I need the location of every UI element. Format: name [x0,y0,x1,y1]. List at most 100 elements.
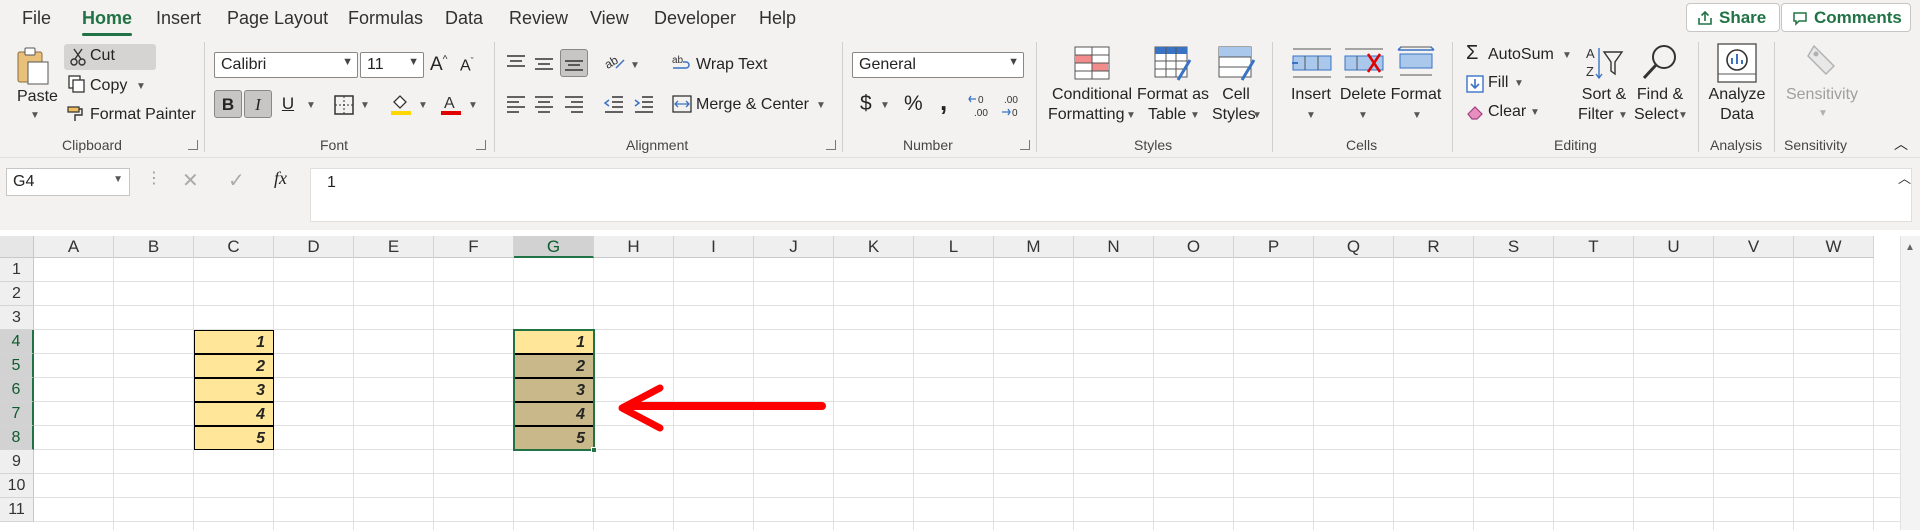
wrap-text-button[interactable]: Wrap Text [696,56,767,74]
row-header-2[interactable]: 2 [0,282,34,306]
align-left-icon[interactable] [506,95,526,113]
row-header-1[interactable]: 1 [0,258,34,282]
worksheet-grid[interactable]: ABCDEFGHIJKLMNOPQRSTUVW 1 2 3 4 5 6 7 8 9 10 11 1 … [0,236,1920,530]
increase-font-size-icon[interactable]: A^ [430,54,447,76]
conditional-formatting-label-2[interactable]: Formatting [1048,106,1124,124]
column-header-q[interactable]: Q [1314,236,1394,258]
row-header-8[interactable]: 8 [0,426,34,450]
row-header-5[interactable]: 5 [0,354,34,378]
row-header-9[interactable]: 9 [0,450,34,474]
vertical-scrollbar[interactable]: ▲ [1900,236,1920,530]
cell-styles-icon[interactable] [1218,46,1256,82]
row-header-11[interactable]: 11 [0,498,34,522]
decrease-decimal-icon[interactable]: .00 0 [1000,92,1028,118]
find-select-label-2[interactable]: Select [1634,106,1678,124]
name-box[interactable]: G4 ▼ [6,168,130,196]
select-all-corner[interactable] [0,236,34,258]
autosum-button[interactable]: AutoSum [1488,46,1554,64]
orientation-dropdown-icon[interactable]: ▼ [630,60,640,71]
paste-icon[interactable] [14,46,50,86]
merge-center-icon[interactable] [672,95,692,113]
format-cells-button[interactable]: Format [1388,86,1444,104]
enter-icon[interactable]: ✓ [228,168,245,193]
row-header-4[interactable]: 4 [0,330,34,354]
orientation-icon[interactable]: ab [604,51,626,73]
clear-dropdown-icon[interactable]: ▼ [1530,107,1540,118]
column-header-t[interactable]: T [1554,236,1634,258]
find-select-icon[interactable] [1640,42,1680,82]
find-select-dropdown-icon[interactable]: ▼ [1678,110,1688,121]
underline-button[interactable]: U [274,90,302,118]
font-color-icon[interactable]: A [440,92,462,116]
currency-dropdown-icon[interactable]: ▼ [880,100,890,111]
column-header-j[interactable]: J [754,236,834,258]
merge-center-dropdown-icon[interactable]: ▼ [816,100,826,111]
column-header-s[interactable]: S [1474,236,1554,258]
column-header-a[interactable]: A [34,236,114,258]
format-painter-button[interactable]: Format Painter [90,106,196,124]
fill-color-dropdown-icon[interactable]: ▼ [418,100,428,111]
cell-styles-dropdown-icon[interactable]: ▼ [1252,110,1262,121]
column-header-c[interactable]: C [194,236,274,258]
align-top-icon[interactable] [506,54,526,72]
cell-c6[interactable]: 3 [194,378,274,402]
fill-icon[interactable] [1466,75,1484,93]
row-header-7[interactable]: 7 [0,402,34,426]
fill-dropdown-icon[interactable]: ▼ [1514,78,1524,89]
italic-button[interactable]: I [244,90,272,118]
align-bottom-button[interactable] [560,49,588,77]
sort-filter-dropdown-icon[interactable]: ▼ [1618,110,1628,121]
column-header-l[interactable]: L [914,236,994,258]
number-launcher-icon[interactable] [1020,140,1030,150]
column-header-g[interactable]: G [514,236,594,258]
tab-view[interactable]: View [590,8,629,29]
underline-dropdown-icon[interactable]: ▼ [306,100,316,111]
paste-button[interactable]: Paste [17,88,58,106]
find-select-label-1[interactable]: Find & [1632,86,1688,104]
cell-c4[interactable]: 1 [194,330,274,354]
tab-help[interactable]: Help [759,8,796,29]
format-as-table-icon[interactable] [1154,46,1192,82]
currency-button[interactable]: $ [860,92,872,116]
format-cells-icon[interactable] [1396,46,1436,80]
format-as-table-label-2[interactable]: Table [1148,106,1186,124]
column-header-o[interactable]: O [1154,236,1234,258]
row-header-10[interactable]: 10 [0,474,34,498]
insert-function-icon[interactable]: fx [274,168,287,189]
delete-cells-dropdown-icon[interactable]: ▼ [1358,110,1368,121]
analyze-data-icon[interactable] [1716,42,1758,84]
increase-indent-icon[interactable] [634,95,654,113]
fill-color-icon[interactable] [390,92,412,116]
font-color-dropdown-icon[interactable]: ▼ [468,100,478,111]
cell-styles-label-2[interactable]: Styles [1212,106,1256,124]
column-header-u[interactable]: U [1634,236,1714,258]
number-format-select[interactable]: General ▼ [852,52,1024,78]
alignment-launcher-icon[interactable] [826,140,836,150]
cancel-icon[interactable]: ✕ [182,168,199,193]
tab-file[interactable]: File [22,8,51,29]
tab-insert[interactable]: Insert [156,8,201,29]
column-header-i[interactable]: I [674,236,754,258]
format-painter-icon[interactable] [66,104,84,122]
insert-cells-dropdown-icon[interactable]: ▼ [1306,110,1316,121]
cell-c7[interactable]: 4 [194,402,274,426]
decrease-indent-icon[interactable] [604,95,624,113]
clear-button[interactable]: Clear [1488,103,1526,121]
eraser-icon[interactable] [1466,103,1484,121]
column-header-f[interactable]: F [434,236,514,258]
comments-button[interactable]: Comments [1781,3,1911,32]
comma-button[interactable]: , [940,86,947,117]
sort-filter-icon[interactable]: AZ [1584,44,1624,82]
font-size-select[interactable]: 11 ▼ [360,52,424,78]
format-as-table-dropdown-icon[interactable]: ▼ [1190,110,1200,121]
column-header-w[interactable]: W [1794,236,1874,258]
column-header-k[interactable]: K [834,236,914,258]
delete-cells-button[interactable]: Delete [1338,86,1388,104]
column-header-p[interactable]: P [1234,236,1314,258]
scroll-up-icon[interactable]: ▲ [1905,242,1915,253]
copy-button[interactable]: Copy [90,77,127,95]
column-header-v[interactable]: V [1714,236,1794,258]
tab-developer[interactable]: Developer [654,8,736,29]
fill-handle[interactable] [591,447,597,453]
share-button[interactable]: Share [1686,3,1780,32]
